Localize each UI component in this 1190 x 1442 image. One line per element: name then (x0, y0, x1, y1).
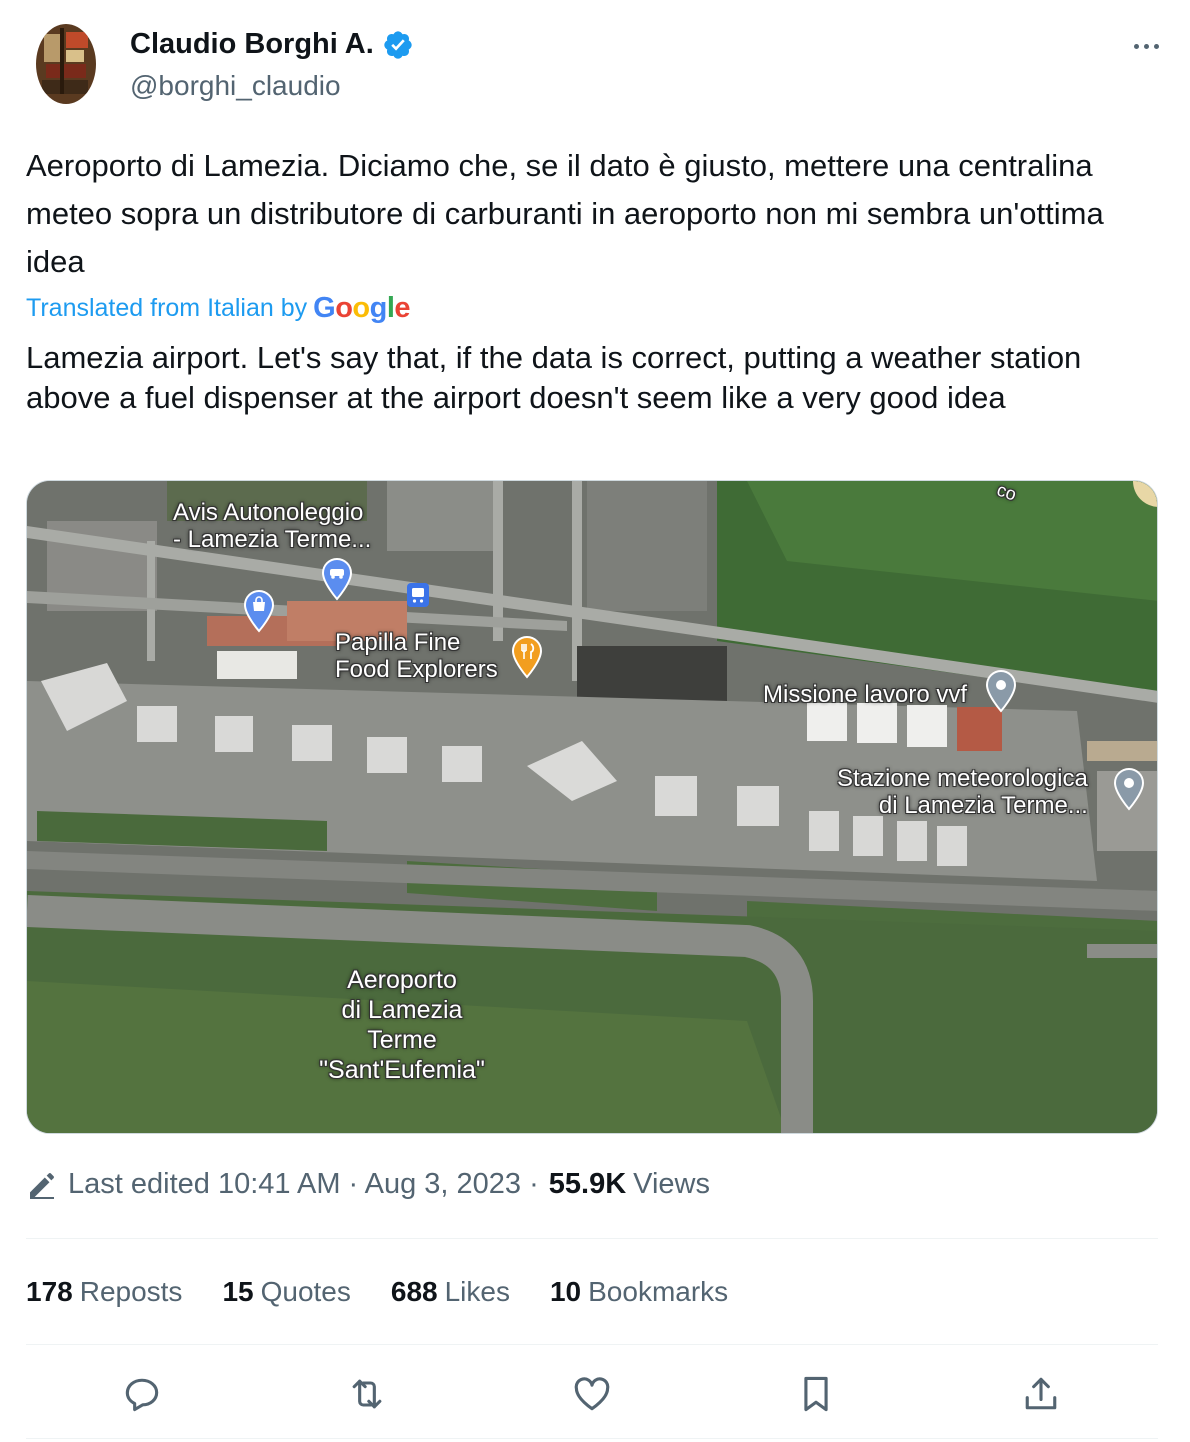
place-pin-icon[interactable] (985, 669, 1017, 713)
map-label-aeroporto[interactable]: Aeroporto di Lamezia Terme "Sant'Eufemia… (307, 965, 497, 1085)
map-label-missione[interactable]: Missione lavoro vvf (763, 681, 967, 708)
reposts-count: 178 (26, 1276, 73, 1307)
bookmark-icon[interactable] (794, 1372, 838, 1416)
edited-timestamp[interactable]: Last edited 10:41 AM · Aug 3, 2023 · (68, 1168, 539, 1201)
views-label: Views (633, 1168, 711, 1200)
verified-badge-icon (384, 30, 412, 59)
tweet-header: Claudio Borghi A. @borghi_claudio (26, 22, 1166, 112)
bus-stop-icon[interactable] (407, 583, 429, 607)
tweet-text: Aeroporto di Lamezia. Diciamo che, se il… (26, 148, 1104, 279)
repost-icon[interactable] (345, 1372, 389, 1416)
translation-attribution[interactable]: Translated from Italian by Google (26, 292, 411, 325)
reposts-stat[interactable]: 178 Reposts (26, 1276, 182, 1308)
shopping-pin-icon[interactable] (243, 589, 275, 633)
more-options-icon[interactable] (1128, 34, 1164, 58)
tweet-translation: Lamezia airport. Let's say that, if the … (26, 340, 1082, 415)
action-bar (26, 1364, 1158, 1420)
bookmarks-label: Bookmarks (588, 1276, 729, 1307)
tweet-meta: Last edited 10:41 AM · Aug 3, 2023 · 55.… (26, 1168, 710, 1201)
likes-label: Likes (444, 1276, 510, 1307)
google-logo: Google (313, 292, 411, 324)
quotes-count: 15 (222, 1276, 254, 1307)
map-label-stazione[interactable]: Stazione meteorologica di Lamezia Terme.… (837, 765, 1088, 819)
engagement-stats: 178 Reposts 15 Quotes 688 Likes 10 Bookmarks (26, 1276, 728, 1308)
map-image[interactable]: Avis Autonoleggio - Lamezia Terme... Pap… (26, 480, 1158, 1134)
car-rental-pin-icon[interactable] (321, 557, 353, 601)
display-name[interactable]: Claudio Borghi A. (130, 28, 374, 61)
translated-label: Translated from Italian by (26, 294, 308, 322)
author-name-row: Claudio Borghi A. (130, 28, 414, 61)
quotes-stat[interactable]: 15 Quotes (222, 1276, 350, 1308)
divider (26, 1344, 1158, 1345)
avatar[interactable] (36, 24, 96, 104)
likes-count: 688 (390, 1276, 438, 1307)
restaurant-pin-icon[interactable] (511, 635, 543, 679)
reply-icon[interactable] (120, 1372, 164, 1416)
place-pin-icon[interactable] (1113, 767, 1145, 811)
map-label-papilla[interactable]: Papilla Fine Food Explorers (335, 629, 498, 683)
share-icon[interactable] (1019, 1372, 1063, 1416)
bookmarks-stat[interactable]: 10 Bookmarks (550, 1276, 728, 1308)
divider (26, 1438, 1158, 1439)
edit-pencil-icon (30, 1172, 54, 1199)
reposts-label: Reposts (79, 1276, 183, 1307)
map-label-avis[interactable]: Avis Autonoleggio - Lamezia Terme... (173, 499, 371, 553)
views-count: 55.9K (548, 1168, 627, 1200)
likes-stat[interactable]: 688 Likes (391, 1276, 510, 1308)
bookmarks-count: 10 (549, 1276, 582, 1307)
author-handle[interactable]: @borghi_claudio (130, 70, 341, 102)
like-icon[interactable] (570, 1372, 614, 1416)
quotes-label: Quotes (260, 1276, 351, 1307)
divider (26, 1238, 1158, 1239)
